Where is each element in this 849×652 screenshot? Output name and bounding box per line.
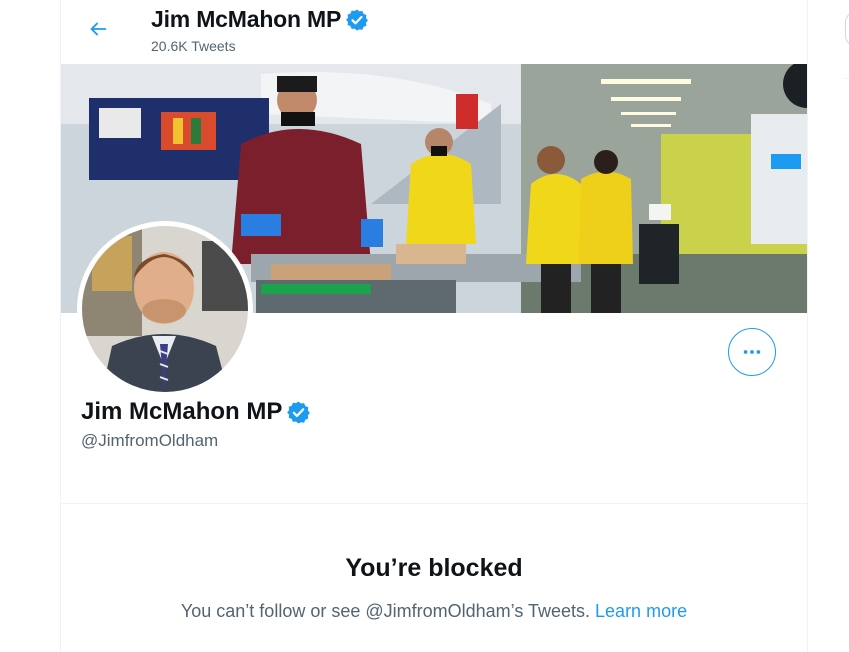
more-options-button[interactable] (728, 328, 776, 376)
back-button[interactable] (80, 11, 116, 47)
section-divider (61, 503, 807, 504)
arrow-left-icon (90, 22, 107, 36)
blocked-title: You’re blocked (345, 554, 523, 582)
blocked-message: You can’t follow or see @JimfromOldham’s… (180, 601, 596, 621)
display-name: Jim McMahon MP (81, 398, 283, 425)
search-box-edge[interactable] (845, 12, 849, 46)
learn-more-link[interactable]: Learn more (595, 601, 687, 621)
avatar (82, 226, 248, 392)
left-gutter (0, 0, 60, 652)
verified-badge-icon (346, 9, 369, 30)
header-title-row: Jim McMahon MP (151, 6, 369, 33)
profile-avatar[interactable] (77, 221, 253, 397)
sidebar-divider (845, 78, 849, 79)
right-sidebar-edge (809, 0, 849, 652)
blocked-message-row: You can’t follow or see @JimfromOldham’s… (61, 601, 807, 622)
header-title: Jim McMahon MP (151, 6, 342, 32)
avatar-photo (82, 226, 248, 392)
profile-handle: @JimfromOldham (81, 431, 219, 450)
display-name-row: Jim McMahon MP (81, 398, 311, 426)
verified-badge-icon (287, 401, 311, 423)
profile-header: Jim McMahon MP 20.6K Tweets (61, 0, 807, 63)
tweet-count: 20.6K Tweets (151, 38, 236, 54)
profile-column: Jim McMahon MP 20.6K Tweets Jim McMahon … (60, 0, 808, 652)
more-horizontal-icon (743, 350, 761, 354)
